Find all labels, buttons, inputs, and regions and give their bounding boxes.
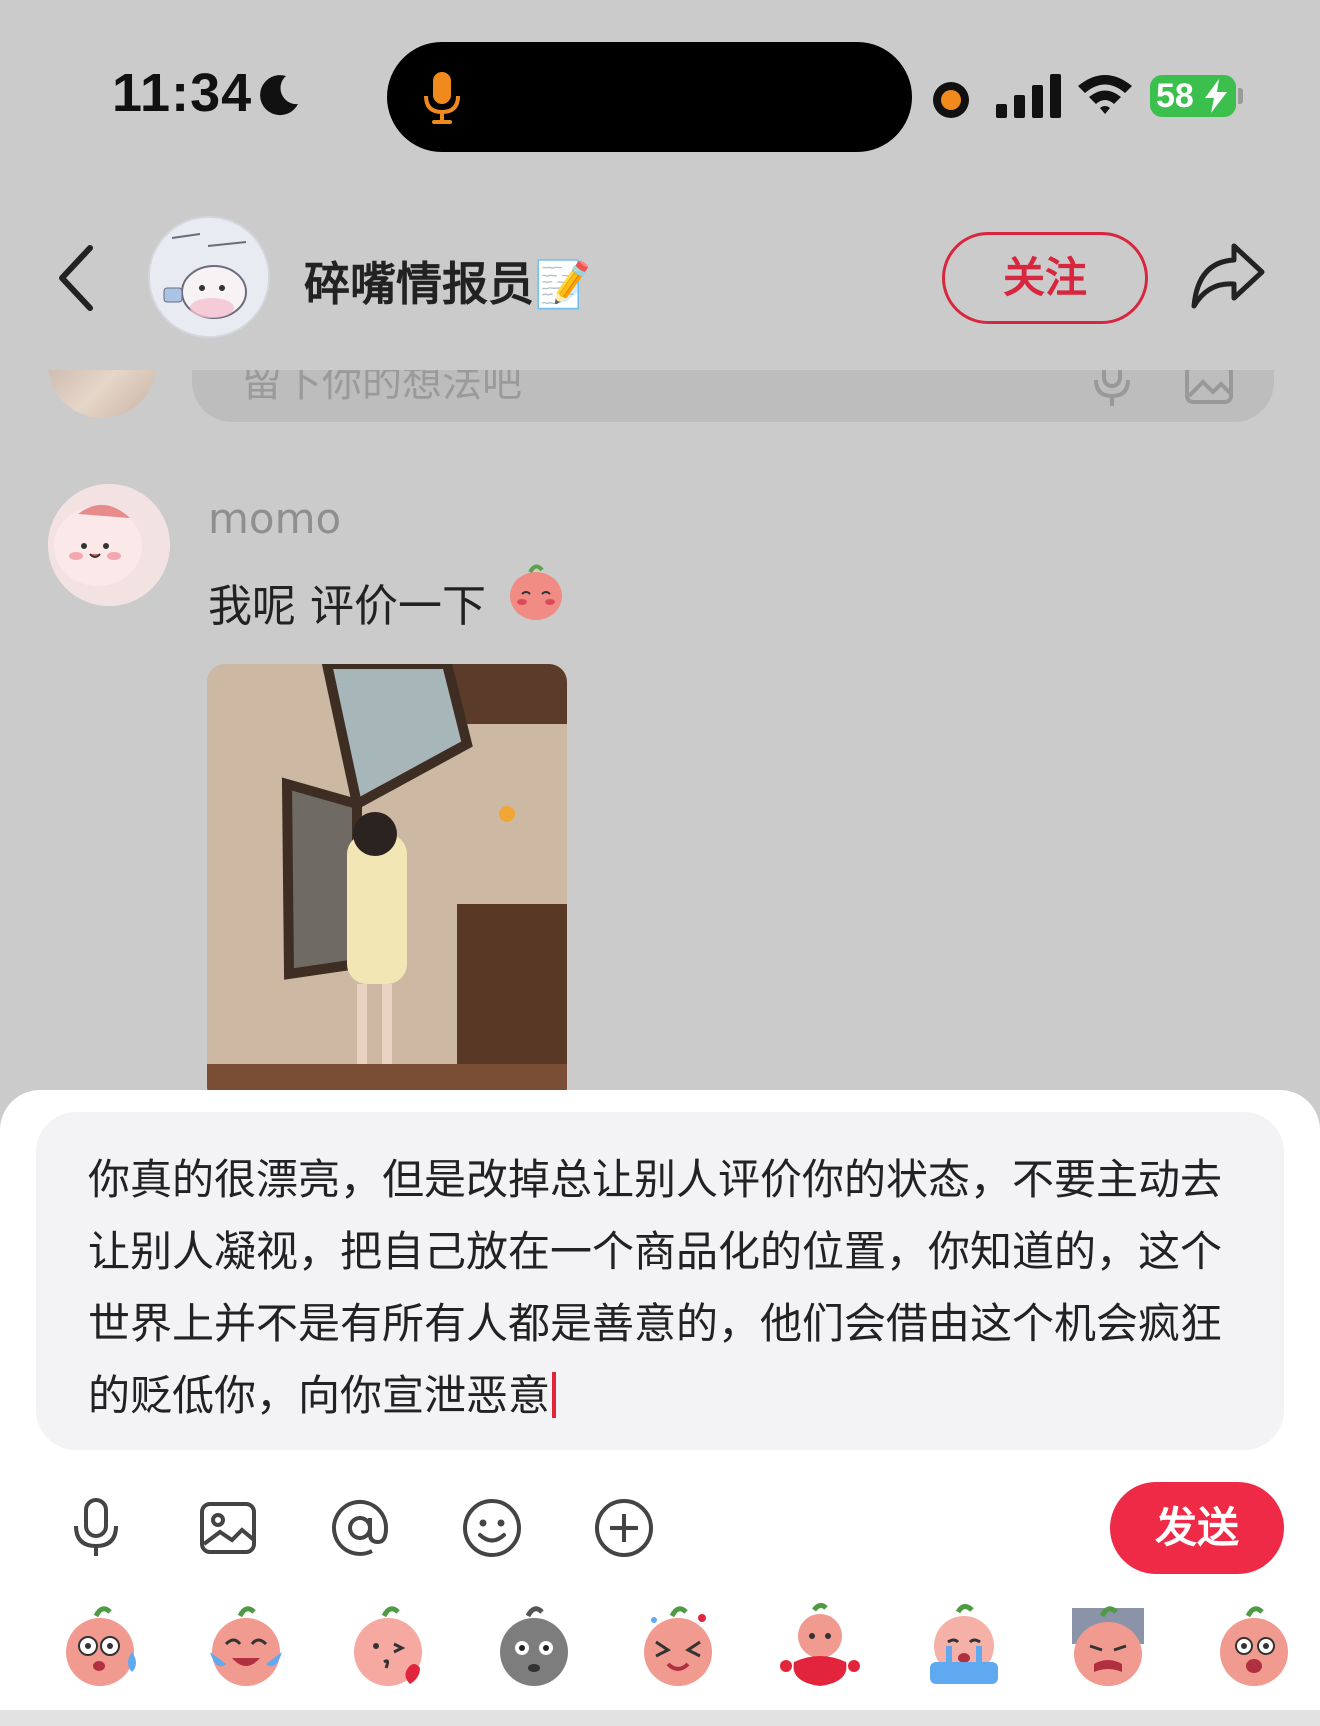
- photo-content: [207, 664, 567, 1090]
- send-button[interactable]: 发送: [1110, 1482, 1284, 1574]
- home-indicator-area: [0, 1710, 1320, 1726]
- sticker-red-body[interactable]: [780, 1602, 860, 1690]
- share-icon[interactable]: [1190, 240, 1266, 312]
- avatar-illustration: [150, 218, 268, 336]
- back-icon[interactable]: [56, 244, 96, 312]
- sticker-dizzy[interactable]: [638, 1602, 718, 1690]
- composer-toolbar: 发送: [0, 1482, 1320, 1574]
- previous-avatar[interactable]: [48, 370, 156, 418]
- author-avatar[interactable]: [148, 216, 270, 338]
- charging-bolt-icon: [1205, 79, 1227, 113]
- sticker-gray-stone[interactable]: [494, 1602, 574, 1690]
- reply-input[interactable]: 留下你的想法吧: [192, 370, 1274, 422]
- comment-photo[interactable]: [207, 664, 567, 1090]
- sticker-laugh-cry[interactable]: [206, 1602, 286, 1690]
- comment-username[interactable]: momo: [208, 494, 341, 543]
- comment-input-value: 你真的很漂亮，但是改掉总让别人评价你的状态，不要主动去让别人凝视，把自己放在一个…: [88, 1155, 1223, 1420]
- mention-icon[interactable]: [328, 1496, 392, 1560]
- sticker-crying-waterfall[interactable]: [924, 1602, 1004, 1690]
- comment-input[interactable]: 你真的很漂亮，但是改掉总让别人评价你的状态，不要主动去让别人凝视，把自己放在一个…: [36, 1112, 1284, 1450]
- battery-cap: [1238, 88, 1243, 104]
- voice-icon[interactable]: [64, 1496, 128, 1560]
- image-icon[interactable]: [196, 1496, 260, 1560]
- moon-icon: [260, 75, 298, 116]
- clock: 11:34: [112, 63, 253, 123]
- add-icon[interactable]: [592, 1496, 656, 1560]
- comment-composer: 你真的很漂亮，但是改掉总让别人评价你的状态，不要主动去让别人凝视，把自己放在一个…: [0, 1090, 1320, 1726]
- reply-image-icon[interactable]: [1185, 370, 1233, 404]
- emoji-icon[interactable]: [460, 1496, 524, 1560]
- comment-text: 我呢 评价一下: [208, 581, 486, 632]
- author-name[interactable]: 碎嘴情报员📝: [304, 248, 591, 314]
- dynamic-island: [387, 42, 912, 152]
- avatar-illustration: [48, 484, 170, 606]
- reply-placeholder: 留下你的想法吧: [242, 370, 522, 406]
- comment-feed[interactable]: 留下你的想法吧 momo 我呢 评价一下: [0, 370, 1320, 1090]
- microphone-icon: [424, 72, 460, 124]
- follow-button[interactable]: 关注: [942, 232, 1148, 324]
- sticker-surprised[interactable]: [1214, 1602, 1294, 1690]
- comment-avatar[interactable]: [48, 484, 170, 606]
- text-caret: [552, 1372, 557, 1418]
- cellular-signal-icon: [996, 74, 1061, 118]
- shy-peach-sticker-icon: [510, 564, 562, 620]
- sticker-kiss[interactable]: [350, 1602, 430, 1690]
- reply-mic-icon[interactable]: [1092, 370, 1132, 406]
- status-bar: 11:34 58: [0, 0, 1320, 190]
- sticker-shocked[interactable]: [62, 1602, 142, 1690]
- wifi-icon: [1078, 75, 1132, 114]
- sticker-bar: [0, 1602, 1320, 1702]
- comment-input-text[interactable]: 你真的很漂亮，但是改掉总让别人评价你的状态，不要主动去让别人凝视，把自己放在一个…: [88, 1144, 1228, 1432]
- sticker-disgusted[interactable]: [1068, 1602, 1148, 1690]
- recording-dot: [933, 82, 969, 118]
